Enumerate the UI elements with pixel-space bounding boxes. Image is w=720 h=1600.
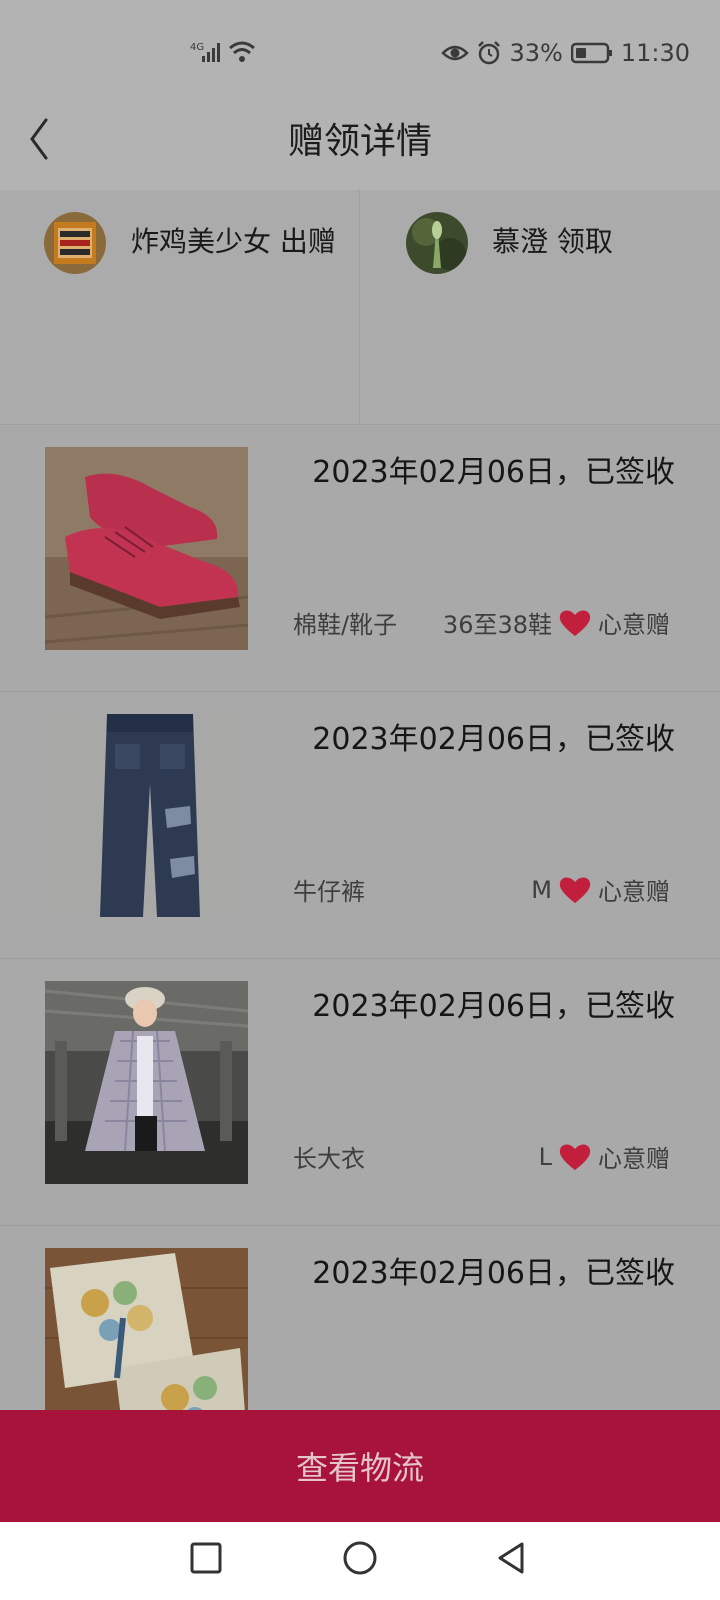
item-date-status: 2023年02月06日，已签收	[312, 722, 675, 757]
receiver-text: 慕澄 领取	[492, 184, 613, 300]
view-logistics-button[interactable]: 查看物流	[0, 1410, 720, 1522]
receiver-avatar[interactable]	[406, 212, 468, 274]
list-item[interactable]: 2023年02月06日，已签收 牛仔裤 M 心意赠	[0, 692, 720, 959]
receiver-action: 领取	[556, 225, 613, 258]
heart-icon	[559, 877, 591, 903]
recent-apps-icon[interactable]	[186, 1538, 226, 1578]
heart-icon	[559, 1144, 591, 1170]
item-size: 36至38鞋	[442, 611, 552, 639]
signal-icon: 4G	[190, 41, 255, 62]
item-date-status: 2023年02月06日，已签收	[312, 989, 675, 1024]
item-meta: M 心意赠	[531, 872, 670, 907]
system-nav-bar	[0, 1522, 720, 1600]
item-name: 长大衣	[293, 1145, 365, 1173]
giver-card[interactable]: 炸鸡美少女 出赠	[0, 190, 360, 425]
item-tag: 心意赠	[598, 611, 670, 639]
eye-icon	[441, 45, 470, 61]
giver-name: 炸鸡美少女	[131, 225, 272, 258]
network-label: 4G	[190, 42, 204, 53]
page-title: 赠领详情	[287, 121, 432, 162]
alarm-icon	[478, 41, 501, 65]
item-name: 牛仔裤	[293, 878, 365, 906]
heart-icon	[559, 610, 591, 636]
item-date-status: 2023年02月06日，已签收	[312, 455, 675, 490]
back-icon[interactable]	[492, 1538, 532, 1578]
item-meta: L 心意赠	[539, 1139, 670, 1174]
status-bar: 4G 33% 11:30	[0, 0, 720, 90]
receiver-name: 慕澄	[492, 225, 549, 258]
item-tag: 心意赠	[598, 1145, 670, 1173]
item-date-status: 2023年02月06日，已签收	[312, 1256, 675, 1291]
list-item[interactable]: 2023年02月06日，已签收 长大衣 L 心意赠	[0, 959, 720, 1226]
home-icon[interactable]	[340, 1538, 380, 1578]
item-thumbnail[interactable]	[45, 981, 248, 1184]
users-row: 炸鸡美少女 出赠 慕澄 领取	[0, 190, 720, 425]
battery-icon	[570, 42, 612, 64]
item-thumbnail[interactable]	[45, 714, 248, 917]
item-size: L	[538, 1142, 552, 1171]
item-meta: 36至38鞋 心意赠	[443, 605, 670, 640]
receiver-card[interactable]: 慕澄 领取	[360, 190, 720, 425]
item-name: 棉鞋/靴子	[293, 611, 398, 639]
giver-text: 炸鸡美少女 出赠	[45, 184, 345, 300]
giver-action: 出赠	[279, 225, 336, 258]
item-tag: 心意赠	[598, 878, 670, 906]
header: 赠领详情	[0, 90, 720, 190]
item-thumbnail[interactable]	[45, 447, 248, 650]
list-item[interactable]: 2023年02月06日，已签收 棉鞋/靴子 36至38鞋 心意赠	[0, 425, 720, 692]
battery-percent: 33%	[509, 39, 563, 67]
item-size: M	[531, 875, 552, 904]
clock: 11:30	[620, 39, 690, 67]
